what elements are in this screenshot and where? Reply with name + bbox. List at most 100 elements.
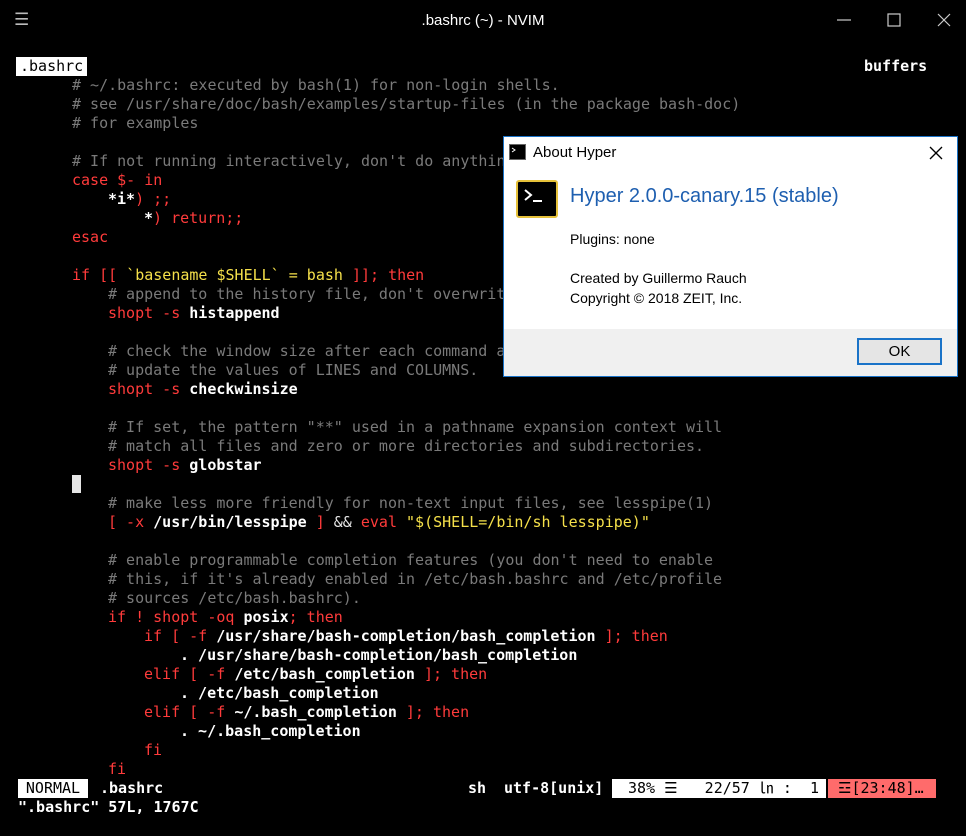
- code-line: . ~/.bash_completion: [180, 722, 361, 741]
- about-dialog: About Hyper Hyper 2.0.0-canary.15 (stabl…: [503, 136, 958, 377]
- code-line: # check the window size after each comma…: [108, 342, 505, 361]
- code-line: # append to the history file, don't over…: [108, 285, 505, 304]
- code-token: ]; then: [595, 627, 668, 645]
- code-line: # match all files and zero or more direc…: [108, 437, 704, 456]
- ok-button[interactable]: OK: [857, 338, 942, 365]
- code-token: [ -x: [108, 513, 154, 531]
- code-line: # enable programmable completion feature…: [108, 551, 713, 570]
- code-token: # If set, the pattern "**" used in a pat…: [108, 418, 723, 436]
- code-line: # update the values of LINES and COLUMNS…: [108, 361, 478, 380]
- code-token: elif [ -f: [144, 703, 235, 721]
- dialog-body: Hyper 2.0.0-canary.15 (stable) Plugins: …: [504, 167, 957, 329]
- code-line: *) return;;: [144, 209, 243, 228]
- code-token: globstar: [189, 456, 262, 474]
- buffer-tab[interactable]: .bashrc: [16, 57, 88, 76]
- code-line: # sources /etc/bash.bashrc).: [108, 589, 361, 608]
- code-line: . /usr/share/bash-completion/bash_comple…: [180, 646, 577, 665]
- code-token: # enable programmable completion feature…: [108, 551, 714, 569]
- code-token: esac: [72, 228, 109, 246]
- code-token: histappend: [189, 304, 280, 322]
- code-token: # see /usr/share/doc/bash/examples/start…: [72, 95, 741, 113]
- hyper-app-icon: [516, 180, 558, 218]
- dialog-title: About Hyper: [533, 144, 617, 161]
- code-token: # for examples: [72, 114, 199, 132]
- code-line: if [[ `basename $SHELL` = bash ]]; then: [72, 266, 424, 285]
- code-line: case $- in: [72, 171, 162, 190]
- code-token: # update the values of LINES and COLUMNS…: [108, 361, 479, 379]
- statusline-filetype: sh: [468, 779, 487, 797]
- statusline-filename: .bashrc: [100, 779, 164, 797]
- window-titlebar: ☰ .bashrc (~) - NVIM: [0, 0, 966, 42]
- code-token: # sources /etc/bash.bashrc).: [108, 589, 361, 607]
- minimize-icon[interactable]: [832, 8, 856, 32]
- code-token: shopt -s: [108, 456, 190, 474]
- code-token: shopt -s: [108, 304, 190, 322]
- code-token: ) return;;: [153, 209, 244, 227]
- code-token: posix: [243, 608, 289, 626]
- window-title: .bashrc (~) - NVIM: [421, 12, 545, 29]
- code-token: shopt -s: [108, 380, 190, 398]
- dialog-titlebar: About Hyper: [504, 137, 957, 167]
- created-by-text: Created by Guillermo Rauch: [570, 270, 747, 286]
- code-line: # for examples: [72, 114, 198, 133]
- statusline: NORMAL .bashrc sh utf-8[unix] 38% ☰ 22/5…: [0, 779, 966, 798]
- code-token: *: [144, 209, 154, 227]
- code-line: [ -x /usr/bin/lesspipe ] && eval "$(SHEL…: [108, 513, 650, 532]
- code-line: . /etc/bash_completion: [180, 684, 379, 703]
- mode-indicator: NORMAL: [18, 779, 88, 798]
- code-line: shopt -s histappend: [108, 304, 280, 323]
- code-line: if ! shopt -oq posix; then: [108, 608, 343, 627]
- close-icon[interactable]: [932, 8, 956, 32]
- code-token: /usr/share/bash-completion/bash_completi…: [216, 627, 596, 645]
- code-token: ) ;;: [135, 190, 172, 208]
- code-token: ; then: [288, 608, 343, 626]
- code-line: esac: [72, 228, 108, 247]
- code-line: if [ -f /usr/share/bash-completion/bash_…: [144, 627, 668, 646]
- code-line: # ~/.bashrc: executed by bash(1) for non…: [72, 76, 560, 95]
- plugins-text: Plugins: none: [570, 231, 655, 247]
- code-token: `basename $SHELL` = bash: [126, 266, 343, 284]
- code-line: *i*) ;;: [108, 190, 171, 209]
- code-token: # make less more friendly for non-text i…: [108, 494, 714, 512]
- code-token: # ~/.bashrc: executed by bash(1) for non…: [72, 76, 560, 94]
- code-token: ]; then: [414, 665, 488, 683]
- code-token: ]; then: [396, 703, 470, 721]
- code-line: shopt -s checkwinsize: [108, 380, 298, 399]
- statusline-time: ☲[23:48]…: [828, 779, 936, 798]
- code-line: # make less more friendly for non-text i…: [108, 494, 713, 513]
- code-token: /etc/bash_completion: [234, 665, 415, 683]
- code-token: # match all files and zero or more direc…: [108, 437, 705, 455]
- code-token: elif [ -f: [144, 665, 235, 683]
- code-token: eval: [351, 513, 407, 531]
- code-token: /usr/bin/lesspipe: [153, 513, 307, 531]
- code-token: ]: [306, 513, 334, 531]
- code-token: "$(SHELL=/bin/sh lesspipe)": [406, 513, 650, 531]
- code-token: case $- in: [72, 171, 163, 189]
- copyright-text: Copyright © 2018 ZEIT, Inc.: [570, 290, 743, 306]
- code-line: fi: [108, 760, 126, 779]
- command-line[interactable]: ".bashrc" 57L, 1767C: [18, 798, 199, 817]
- code-token: if ! shopt -oq: [108, 608, 244, 626]
- code-token: # check the window size after each comma…: [108, 342, 506, 360]
- code-token: # this, if it's already enabled in /etc/…: [108, 570, 723, 588]
- code-token: if [ -f: [144, 627, 217, 645]
- dialog-close-icon[interactable]: [924, 141, 948, 165]
- code-line: shopt -s globstar: [108, 456, 262, 475]
- code-line: elif [ -f /etc/bash_completion ]; then: [144, 665, 487, 684]
- dialog-footer: OK: [504, 329, 957, 376]
- code-token: . ~/.bash_completion: [180, 722, 361, 740]
- code-token: ]]; then: [342, 266, 425, 284]
- code-token: . /etc/bash_completion: [180, 684, 379, 702]
- code-token: # append to the history file, don't over…: [108, 285, 506, 303]
- app-name: Hyper 2.0.0-canary.15 (stable): [570, 185, 839, 207]
- code-token: # If not running interactively, don't do…: [72, 152, 506, 170]
- code-token: checkwinsize: [189, 380, 298, 398]
- buffers-label: buffers: [864, 57, 928, 75]
- code-token: ~/.bash_completion: [234, 703, 397, 721]
- code-token: . /usr/share/bash-completion/bash_comple…: [180, 646, 578, 664]
- code-token: fi: [108, 760, 127, 778]
- maximize-icon[interactable]: [882, 8, 906, 32]
- statusline-position: 38% ☰ 22/57 ㏑ : 1: [612, 779, 826, 798]
- text-cursor: [72, 475, 81, 493]
- code-token: if [[: [72, 266, 127, 284]
